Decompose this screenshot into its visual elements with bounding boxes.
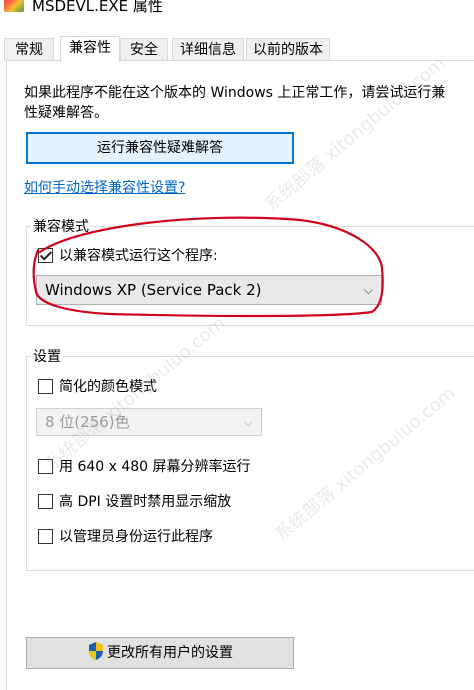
color-depth-value: 8 位(256)色 (45, 413, 130, 431)
change-all-users-label: 更改所有用户的设置 (107, 645, 233, 661)
high-dpi-checkbox[interactable] (38, 493, 53, 509)
tab-strip: 常规 兼容性 安全 详细信息 以前的版本 (0, 36, 474, 62)
intro-text: 如果此程序不能在这个版本的 Windows 上正常工作，请尝试运行兼 性疑难解答… (24, 83, 474, 123)
change-all-users-button[interactable]: 更改所有用户的设置 (26, 637, 294, 669)
compat-os-select[interactable]: Windows XP (Service Pack 2) ⌵ (36, 275, 382, 305)
run-admin-checkbox[interactable] (38, 528, 53, 544)
res-640-label: 用 640 x 480 屏幕分辨率运行 (59, 459, 251, 475)
tab-previous-versions[interactable]: 以前的版本 (246, 38, 330, 61)
intro-line-1: 如果此程序不能在这个版本的 Windows 上正常工作，请尝试运行兼 (24, 85, 446, 101)
tab-security[interactable]: 安全 (120, 38, 168, 61)
color-depth-select: 8 位(256)色 ⌵ (36, 408, 262, 436)
title-bar: MSDEVL.EXE 属性 (0, 0, 474, 20)
uac-shield-icon (89, 642, 103, 660)
reduced-color-label: 简化的颜色模式 (59, 379, 157, 395)
settings-label: 设置 (31, 346, 63, 366)
compat-mode-checkbox[interactable] (38, 247, 53, 263)
tab-details[interactable]: 详细信息 (172, 38, 244, 61)
tab-general[interactable]: 常规 (4, 38, 54, 61)
tab-compatibility[interactable]: 兼容性 (60, 36, 120, 62)
compat-os-value: Windows XP (Service Pack 2) (45, 281, 262, 299)
manual-settings-link[interactable]: 如何手动选择兼容性设置? (24, 177, 185, 197)
properties-window: MSDEVL.EXE 属性 常规 兼容性 安全 详细信息 以前的版本 如果此程序… (0, 0, 474, 690)
app-icon (4, 0, 24, 12)
chevron-down-icon: ⌵ (363, 283, 373, 297)
run-admin-label: 以管理员身份运行此程序 (59, 529, 213, 545)
compat-mode-label: 兼容模式 (31, 216, 91, 236)
res-640-row[interactable]: 用 640 x 480 屏幕分辨率运行 (38, 456, 251, 476)
high-dpi-label: 高 DPI 设置时禁用显示缩放 (59, 494, 232, 510)
reduced-color-checkbox[interactable] (38, 378, 53, 394)
run-troubleshooter-button[interactable]: 运行兼容性疑难解答 (26, 132, 294, 164)
high-dpi-row[interactable]: 高 DPI 设置时禁用显示缩放 (38, 491, 231, 511)
res-640-checkbox[interactable] (38, 458, 53, 474)
chevron-down-icon: ⌵ (243, 415, 253, 429)
window-title: MSDEVL.EXE 属性 (32, 0, 163, 15)
compat-mode-checkbox-label: 以兼容模式运行这个程序: (59, 248, 218, 264)
compat-mode-row[interactable]: 以兼容模式运行这个程序: (38, 245, 218, 265)
reduced-color-row[interactable]: 简化的颜色模式 (38, 376, 157, 396)
run-admin-row[interactable]: 以管理员身份运行此程序 (38, 526, 213, 546)
intro-line-2: 性疑难解答。 (24, 105, 108, 121)
